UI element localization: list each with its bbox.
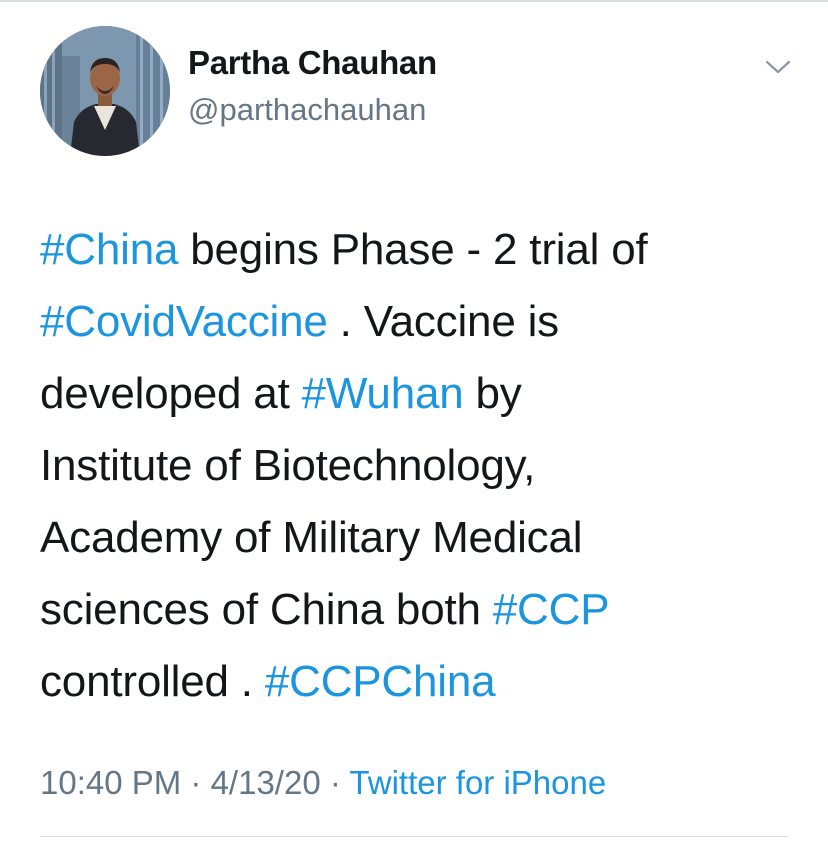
tweet-text-segment: begins Phase - 2 trial of (178, 225, 648, 274)
hashtag-link[interactable]: #Wuhan (302, 369, 464, 418)
chevron-down-icon[interactable] (764, 56, 792, 78)
hashtag-link[interactable]: #CCPChina (265, 657, 496, 706)
top-divider (0, 0, 828, 2)
tweet-time[interactable]: 10:40 PM (40, 764, 181, 801)
tweet-text-line: Institute of Biotechnology, (40, 430, 800, 502)
tweet-text-segment: . Vaccine is (327, 297, 560, 346)
tweet-source-link[interactable]: Twitter for iPhone (349, 764, 606, 801)
tweet-text-segment: Academy of Military Medical (40, 513, 583, 562)
hashtag-link[interactable]: #CCP (493, 585, 610, 634)
bottom-divider (40, 836, 788, 837)
author-name[interactable]: Partha Chauhan (188, 44, 437, 82)
tweet-text-segment: controlled . (40, 657, 265, 706)
meta-separator: · (320, 764, 350, 801)
tweet-text-segment: sciences of China both (40, 585, 493, 634)
hashtag-link[interactable]: #China (40, 225, 178, 274)
tweet-text-line: developed at #Wuhan by (40, 358, 800, 430)
tweet-text-line: #China begins Phase - 2 trial of (40, 214, 800, 286)
author-handle[interactable]: @parthachauhan (188, 92, 426, 128)
tweet-text-segment: by (463, 369, 522, 418)
tweet-text-line: sciences of China both #CCP (40, 574, 800, 646)
meta-separator: · (181, 764, 211, 801)
tweet-date[interactable]: 4/13/20 (211, 764, 321, 801)
hashtag-link[interactable]: #CovidVaccine (40, 297, 328, 346)
tweet-meta: 10:40 PM · 4/13/20 · Twitter for iPhone (40, 764, 606, 802)
avatar[interactable] (40, 26, 170, 156)
avatar-photo (40, 26, 170, 156)
tweet-text-segment: developed at (40, 369, 302, 418)
tweet-text-line: controlled . #CCPChina (40, 646, 800, 718)
tweet-text: #China begins Phase - 2 trial of #CovidVa… (40, 214, 800, 718)
tweet-text-line: Academy of Military Medical (40, 502, 800, 574)
tweet-text-line: #CovidVaccine . Vaccine is (40, 286, 800, 358)
tweet-text-segment: Institute of Biotechnology, (40, 441, 536, 490)
